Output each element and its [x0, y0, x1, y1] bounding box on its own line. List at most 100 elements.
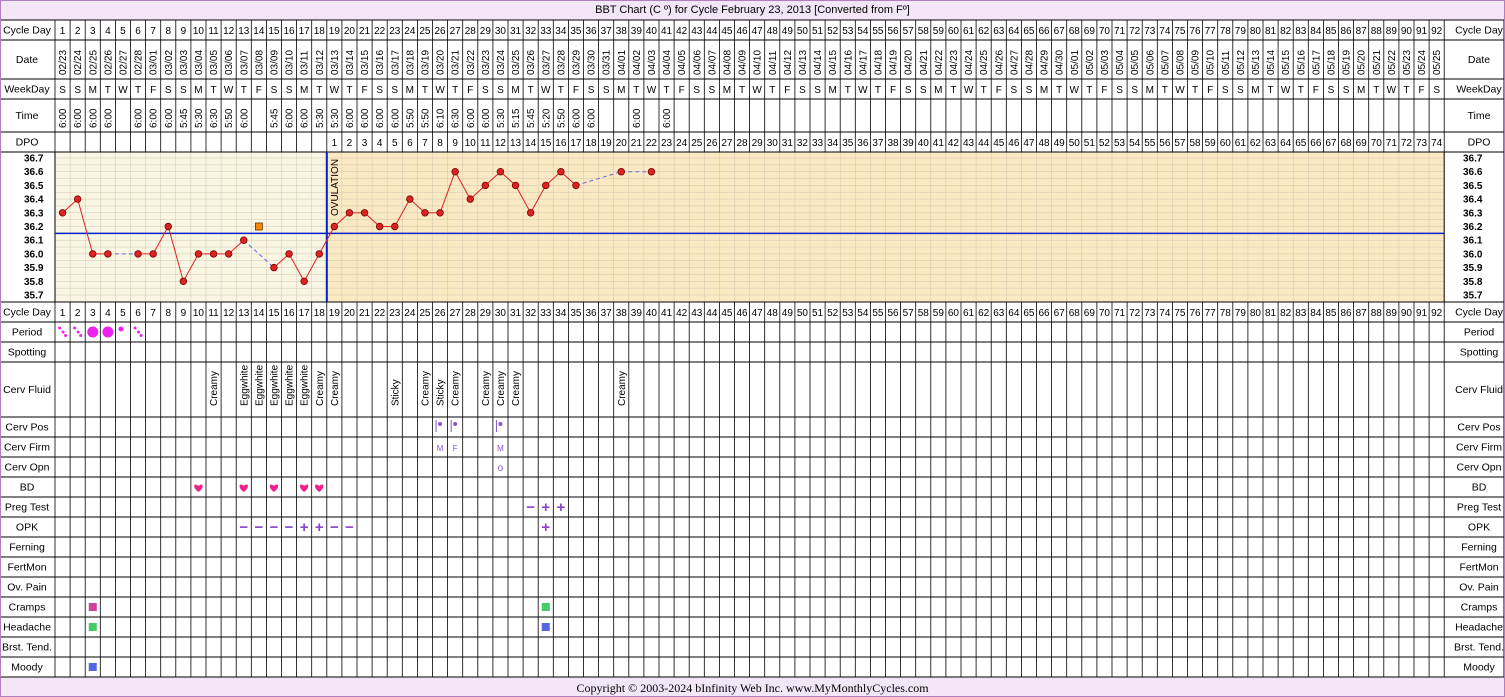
- weekday-label: S: [391, 85, 398, 96]
- date-label: 02/24: [73, 50, 84, 75]
- row-label-cerv-opn: Cerv Opn: [5, 462, 50, 474]
- date-label: 05/11: [1221, 50, 1232, 75]
- cycle-day-number: 28: [465, 26, 477, 37]
- cycle-day-number: 23: [389, 26, 401, 37]
- weekday-label: F: [256, 85, 262, 96]
- cycle-day-number: 74: [1159, 26, 1171, 37]
- weekday-label: F: [679, 85, 685, 96]
- date-label: 05/20: [1357, 50, 1368, 75]
- row-label-cerv-fluid: Cerv Fluid: [3, 384, 51, 396]
- cycle-day-number: 15: [268, 308, 280, 319]
- cerv-fluid-label: Creamy: [451, 371, 462, 406]
- cerv-pos-dot: [453, 422, 458, 426]
- weekday-label: M: [1357, 85, 1365, 96]
- dpo-number: 19: [601, 138, 613, 149]
- period-spot-mark: [61, 330, 65, 334]
- temp-point: [496, 167, 505, 176]
- cycle-day-number: 55: [872, 26, 884, 37]
- dpo-number: 72: [1401, 138, 1413, 149]
- date-label: 03/02: [164, 50, 175, 75]
- cerv-fluid-label: Creamy: [511, 371, 522, 406]
- cycle-day-number: 73: [1144, 26, 1156, 37]
- temp-point: [345, 209, 354, 217]
- cycle-day-number: 92: [1431, 26, 1443, 37]
- weekday-label: S: [376, 85, 383, 96]
- row-label-right-bd: BD: [1472, 482, 1487, 494]
- dpo-number: 53: [1114, 138, 1126, 149]
- cycle-day-number: 26: [434, 308, 446, 319]
- date-label: 03/22: [466, 50, 477, 75]
- row-label-right-cerv-fluid: Cerv Fluid: [1455, 384, 1503, 396]
- cycle-day-number: 2: [75, 308, 81, 319]
- cycle-day-number: 49: [782, 308, 794, 319]
- dpo-number: 51: [1084, 138, 1096, 149]
- weekday-label: S: [905, 85, 912, 96]
- dpo-number: 48: [1038, 138, 1050, 149]
- cycle-day-number: 47: [752, 26, 764, 37]
- date-label: 04/17: [858, 50, 869, 75]
- opk-mark: −: [345, 519, 354, 536]
- cycle-day-number: 5: [120, 26, 126, 37]
- weekday-label: T: [452, 85, 458, 96]
- discarded-temp-point: [254, 222, 263, 231]
- dpo-number: 38: [887, 138, 899, 149]
- cycle-day-number: 66: [1038, 308, 1050, 319]
- cerv-fluid-label: Eggwhite: [254, 364, 265, 406]
- date-label: 05/21: [1372, 50, 1383, 75]
- temp-point: [466, 195, 474, 203]
- dpo-number: 37: [872, 138, 884, 149]
- dpo-number: 30: [767, 138, 779, 149]
- temp-tick-left: 36.1: [24, 236, 44, 247]
- weekday-label: M: [1040, 85, 1048, 96]
- cerv-fluid-label: Creamy: [481, 371, 492, 406]
- date-label: 02/28: [134, 50, 145, 75]
- cycle-day-number: 52: [827, 26, 839, 37]
- cycle-day-number: 57: [903, 26, 915, 37]
- weekday-label: T: [1056, 85, 1062, 96]
- weekday-label: W: [435, 85, 445, 96]
- cycle-day-number: 80: [1250, 26, 1262, 37]
- cycle-day-number: 67: [1054, 308, 1066, 319]
- cycle-day-number: 6: [135, 26, 141, 37]
- cycle-day-number: 6: [135, 308, 141, 319]
- date-label: 04/09: [738, 50, 749, 75]
- time-label: 5:50: [224, 108, 235, 128]
- date-label: 04/13: [798, 50, 809, 75]
- date-label: 05/03: [1100, 50, 1111, 75]
- cycle-day-number: 35: [570, 26, 582, 37]
- cycle-day-number: 39: [631, 308, 643, 319]
- cycle-day-number: 20: [344, 308, 356, 319]
- dpo-number: 28: [736, 138, 748, 149]
- cycle-day-number: 24: [404, 26, 416, 37]
- cycle-day-number: 47: [752, 308, 764, 319]
- cycle-day-number: 74: [1159, 308, 1171, 319]
- row-label-right-headache: Headache: [1455, 622, 1503, 634]
- row-label-dpo: DPO: [16, 137, 39, 149]
- date-label: 03/26: [526, 50, 537, 75]
- date-label: 05/16: [1296, 50, 1307, 75]
- date-label: 05/10: [1206, 50, 1217, 75]
- weekday-label: M: [617, 85, 625, 96]
- row-label-cramps: Cramps: [9, 602, 46, 614]
- cycle-day-number: 41: [661, 26, 673, 37]
- dpo-number: 23: [661, 138, 673, 149]
- date-label: 03/09: [269, 50, 280, 75]
- cycle-day-number: 54: [857, 308, 869, 319]
- row-label-right-cerv-firm: Cerv Firm: [1456, 442, 1502, 454]
- row-label-right-cerv-pos: Cerv Pos: [1457, 422, 1500, 434]
- weekday-label: T: [981, 85, 987, 96]
- date-label: 05/02: [1085, 50, 1096, 75]
- temp-point: [209, 250, 218, 258]
- temp-point: [375, 222, 384, 231]
- date-label: 05/08: [1175, 50, 1186, 75]
- date-label: 05/15: [1281, 50, 1292, 75]
- temp-point: [481, 181, 490, 190]
- cycle-day-number: 27: [450, 26, 462, 37]
- cycle-day-number: 65: [1023, 308, 1035, 319]
- cycle-day-number: 25: [419, 308, 431, 319]
- date-label: 03/31: [602, 50, 613, 75]
- weekday-label: T: [1403, 85, 1409, 96]
- dpo-number: 20: [616, 138, 628, 149]
- weekday-label: T: [558, 85, 564, 96]
- weekday-label: F: [784, 85, 790, 96]
